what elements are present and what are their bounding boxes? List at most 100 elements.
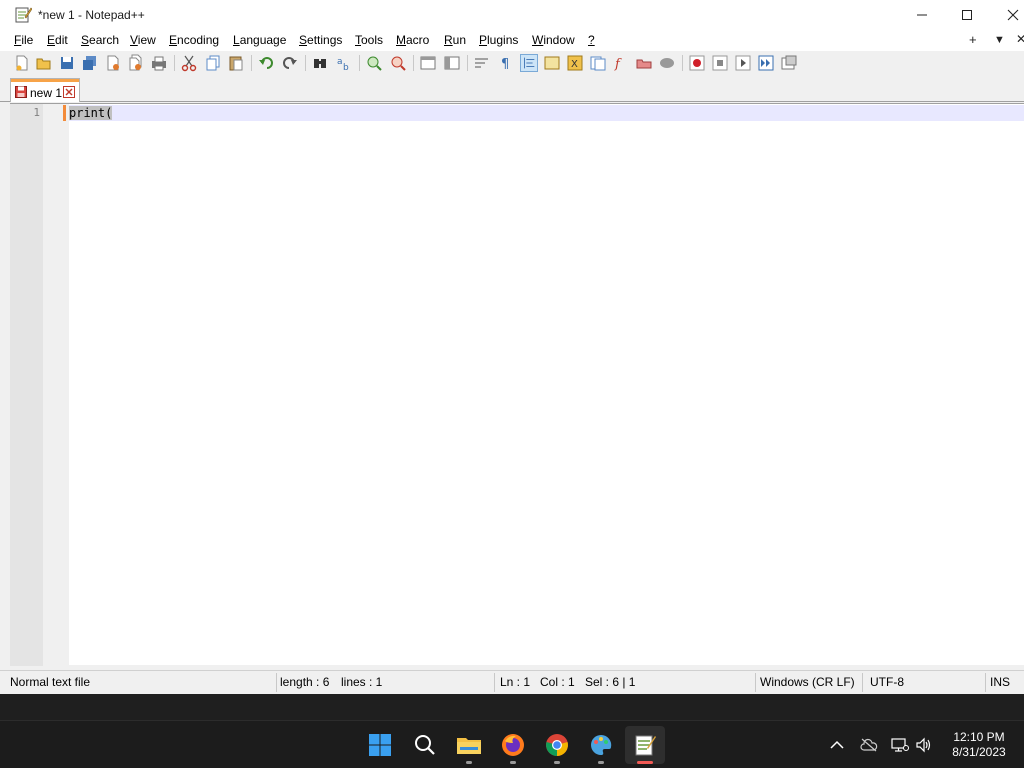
maximize-button[interactable] xyxy=(944,0,990,30)
copy-icon[interactable] xyxy=(204,54,222,72)
minimize-icon xyxy=(917,14,927,16)
zoom-in-icon[interactable] xyxy=(365,54,383,72)
folder-workspace-icon[interactable] xyxy=(635,54,653,72)
word-wrap-icon[interactable] xyxy=(473,54,491,72)
network-icon xyxy=(891,738,909,752)
desktop-background xyxy=(0,694,1024,720)
redo-icon[interactable] xyxy=(281,54,299,72)
doc-list-icon[interactable] xyxy=(589,54,607,72)
user-lang-icon[interactable] xyxy=(543,54,561,72)
clock-date: 8/31/2023 xyxy=(952,745,1006,759)
status-lines: lines : 1 xyxy=(341,675,383,689)
minimize-button[interactable] xyxy=(899,0,945,30)
document-tab-bar: new 1 xyxy=(0,76,1024,102)
tray-network[interactable] xyxy=(890,735,910,755)
menu-view[interactable]: View xyxy=(130,33,156,47)
function-list-icon[interactable]: f xyxy=(612,54,630,72)
indent-guide-icon[interactable] xyxy=(520,54,538,72)
running-indicator xyxy=(554,761,560,764)
title-bar[interactable]: *new 1 - Notepad++ xyxy=(0,0,1024,30)
menu-help[interactable]: ? xyxy=(588,33,595,47)
menu-window[interactable]: Window xyxy=(532,33,575,47)
tab-new-1[interactable]: new 1 xyxy=(10,78,80,102)
new-tab-plus-button[interactable]: + xyxy=(969,32,977,47)
sync-vertical-icon[interactable] xyxy=(419,54,437,72)
taskbar-notepadpp[interactable] xyxy=(630,730,660,760)
status-eol[interactable]: Windows (CR LF) xyxy=(760,671,855,694)
tab-close-icon[interactable] xyxy=(63,86,75,98)
folder-icon xyxy=(457,738,481,754)
new-file-icon[interactable] xyxy=(13,54,31,72)
taskbar-chrome[interactable] xyxy=(542,730,572,760)
tray-onedrive[interactable] xyxy=(859,735,879,755)
chevron-up-icon xyxy=(830,740,844,749)
monitoring-icon[interactable] xyxy=(658,54,676,72)
maximize-icon xyxy=(962,10,972,20)
active-app-indicator xyxy=(637,761,653,764)
save-icon[interactable] xyxy=(58,54,76,72)
svg-text:b: b xyxy=(343,63,349,72)
run-macro-multiple-icon[interactable] xyxy=(757,54,775,72)
toolbar-separator xyxy=(413,55,414,71)
play-macro-icon[interactable] xyxy=(734,54,752,72)
close-all-icon[interactable] xyxy=(127,54,145,72)
status-insert-mode[interactable]: INS xyxy=(990,671,1010,694)
toolbar-separator xyxy=(682,55,683,71)
menu-plugins[interactable]: Plugins xyxy=(479,33,518,47)
open-file-icon[interactable] xyxy=(35,54,53,72)
close-doc-button[interactable]: ✕ xyxy=(1016,32,1024,46)
menu-edit[interactable]: Edit xyxy=(47,33,68,47)
status-divider xyxy=(276,673,277,692)
doc-map-icon[interactable]: X xyxy=(566,54,584,72)
status-length: length : 6 xyxy=(280,675,330,689)
menu-run[interactable]: Run xyxy=(444,33,466,47)
find-icon[interactable] xyxy=(311,54,329,72)
taskbar-file-explorer[interactable] xyxy=(454,730,484,760)
selected-text: print( xyxy=(69,106,113,120)
tab-list-dropdown-button[interactable]: ▼ xyxy=(994,34,1005,46)
status-encoding[interactable]: UTF-8 xyxy=(870,671,904,694)
close-icon xyxy=(1007,9,1019,21)
show-all-chars-icon[interactable]: ¶ xyxy=(497,54,515,72)
print-icon[interactable] xyxy=(150,54,168,72)
status-divider xyxy=(862,673,863,692)
system-clock[interactable]: 12:10 PM 8/31/2023 xyxy=(944,730,1014,760)
sync-horizontal-icon[interactable] xyxy=(443,54,461,72)
stop-macro-icon[interactable] xyxy=(711,54,729,72)
taskbar-firefox[interactable] xyxy=(498,730,528,760)
tray-volume[interactable] xyxy=(914,735,934,755)
cut-icon[interactable] xyxy=(180,54,198,72)
record-macro-icon[interactable] xyxy=(688,54,706,72)
windows-start-icon xyxy=(369,734,391,756)
close-file-icon[interactable] xyxy=(104,54,122,72)
menu-search[interactable]: Search xyxy=(81,33,119,47)
line-number-margin[interactable]: 1 xyxy=(10,104,43,666)
svg-text:X: X xyxy=(571,59,578,70)
svg-text:f: f xyxy=(614,57,622,72)
save-macro-icon[interactable] xyxy=(780,54,798,72)
zoom-out-icon[interactable] xyxy=(389,54,407,72)
menu-macro[interactable]: Macro xyxy=(396,33,429,47)
windows-taskbar: 12:10 PM 8/31/2023 xyxy=(0,720,1024,768)
replace-icon[interactable]: ab xyxy=(335,54,353,72)
taskbar-paint-app[interactable] xyxy=(586,730,616,760)
paste-icon[interactable] xyxy=(227,54,245,72)
text-editor-area[interactable]: 1 print( xyxy=(10,103,1024,666)
undo-icon[interactable] xyxy=(257,54,275,72)
fold-margin[interactable] xyxy=(43,104,69,666)
menu-language[interactable]: Language xyxy=(233,33,286,47)
clock-time: 12:10 PM xyxy=(953,730,1005,744)
menu-encoding[interactable]: Encoding xyxy=(169,33,219,47)
menu-file[interactable]: File xyxy=(14,33,33,47)
show-hidden-icons-button[interactable] xyxy=(827,735,847,755)
code-line[interactable]: print( xyxy=(69,105,113,121)
close-window-button[interactable] xyxy=(990,0,1024,30)
menu-settings[interactable]: Settings xyxy=(299,33,342,47)
line-number: 1 xyxy=(33,106,40,119)
taskbar-search-button[interactable] xyxy=(410,730,440,760)
running-indicator xyxy=(466,761,472,764)
menu-tools[interactable]: Tools xyxy=(355,33,383,47)
save-all-icon[interactable] xyxy=(81,54,99,72)
start-button[interactable] xyxy=(365,730,395,760)
status-divider xyxy=(755,673,756,692)
